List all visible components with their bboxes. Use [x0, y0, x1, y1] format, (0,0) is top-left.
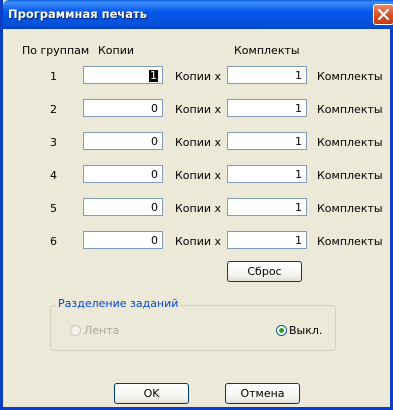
copies-x-label: Копии x — [175, 103, 222, 116]
group-number: 3 — [50, 136, 57, 149]
job-separation-legend: Разделение заданий — [56, 297, 181, 310]
copies-value: 1 — [149, 69, 158, 82]
sets-field[interactable]: 1 — [227, 66, 307, 84]
close-button[interactable] — [373, 4, 393, 25]
sets-field[interactable]: 1 — [227, 99, 307, 117]
copies-field[interactable]: 1 — [83, 66, 163, 84]
group-number: 6 — [50, 235, 57, 248]
copies-field[interactable]: 0 — [83, 231, 163, 249]
sets-field[interactable]: 1 — [227, 132, 307, 150]
sets-label: Комплекты — [317, 202, 383, 215]
header-sets: Комплекты — [234, 44, 300, 57]
sets-field[interactable]: 1 — [227, 231, 307, 249]
sets-label: Комплекты — [317, 235, 383, 248]
group-number: 5 — [50, 202, 57, 215]
reset-button[interactable]: Сброс — [227, 261, 302, 282]
radio-selected-dot — [279, 328, 284, 333]
sets-label: Комплекты — [317, 70, 383, 83]
ok-button[interactable]: OK — [114, 383, 189, 404]
copies-x-label: Копии x — [175, 70, 222, 83]
copies-field[interactable]: 0 — [83, 198, 163, 216]
sets-label: Комплекты — [317, 103, 383, 116]
radio-tape-label: Лента — [84, 324, 120, 337]
cancel-button[interactable]: Отмена — [225, 383, 300, 404]
sets-field[interactable]: 1 — [227, 165, 307, 183]
radio-off[interactable] — [276, 325, 287, 336]
sets-field[interactable]: 1 — [227, 198, 307, 216]
header-copies: Копии — [98, 44, 135, 57]
group-number: 1 — [50, 70, 57, 83]
radio-tape[interactable] — [70, 325, 81, 336]
radio-off-label: Выкл. — [289, 324, 323, 337]
sets-label: Комплекты — [317, 136, 383, 149]
group-number: 2 — [50, 103, 57, 116]
copies-x-label: Копии x — [175, 169, 222, 182]
copies-field[interactable]: 0 — [83, 99, 163, 117]
sets-label: Комплекты — [317, 169, 383, 182]
copies-x-label: Копии x — [175, 235, 222, 248]
copies-field[interactable]: 0 — [83, 132, 163, 150]
title-bar[interactable]: Программная печать — [3, 0, 393, 29]
group-number: 4 — [50, 169, 57, 182]
window-title: Программная печать — [8, 7, 147, 21]
copies-x-label: Копии x — [175, 202, 222, 215]
close-icon — [378, 9, 389, 20]
header-groups: По группам — [22, 44, 90, 57]
copies-field[interactable]: 0 — [83, 165, 163, 183]
copies-x-label: Копии x — [175, 136, 222, 149]
